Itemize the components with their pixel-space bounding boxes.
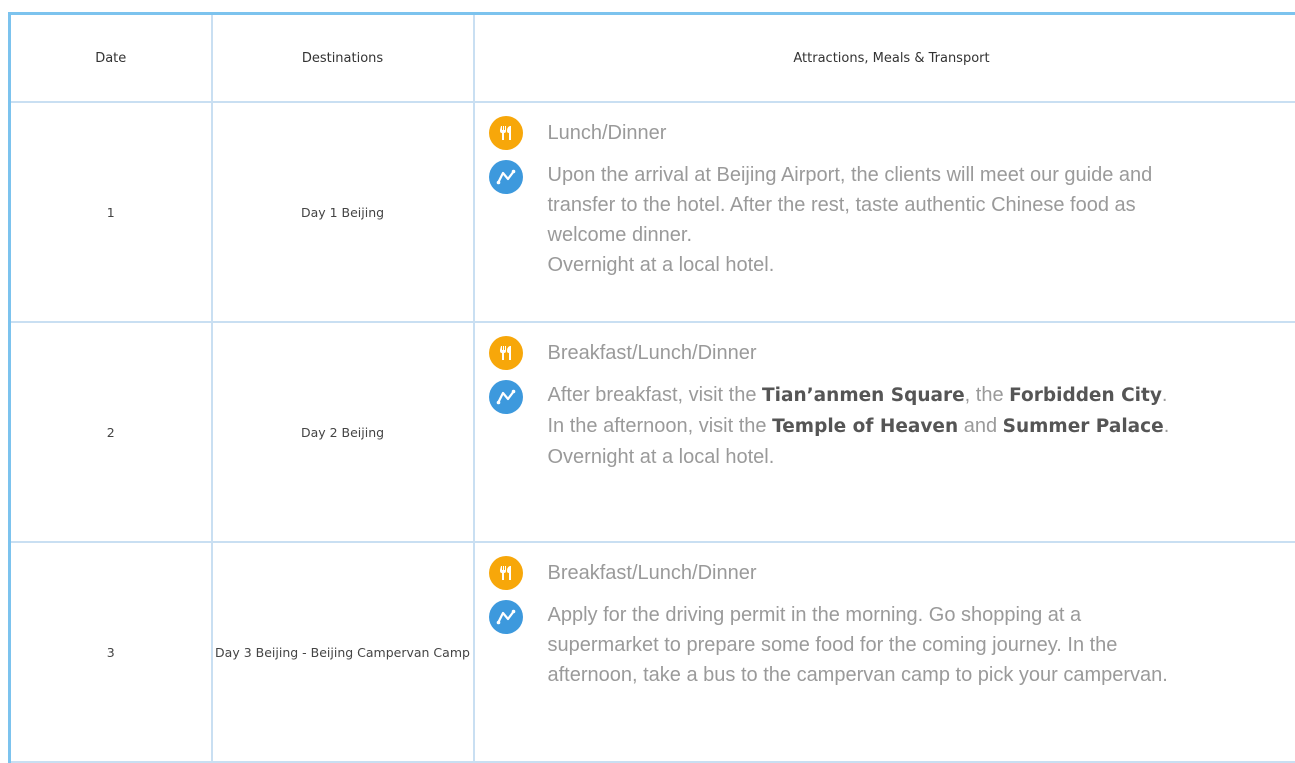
- day-number: 2: [10, 322, 212, 542]
- attraction-tiananmen: Tian’anmen Square: [762, 385, 965, 406]
- day-details: Breakfast/Lunch/Dinner After breakfast, …: [474, 322, 1295, 542]
- header-details: Attractions, Meals & Transport: [474, 14, 1295, 103]
- meals-text: Breakfast/Lunch/Dinner: [548, 338, 1188, 368]
- day-details: Lunch/Dinner Upon the arrival at Beijing…: [474, 102, 1295, 322]
- itinerary-table: Date Destinations Attractions, Meals & T…: [8, 12, 1295, 763]
- day-number: 1: [10, 102, 212, 322]
- attraction-summer-palace: Summer Palace: [1003, 416, 1164, 437]
- destination: Day 2 Beijing: [212, 322, 474, 542]
- attraction-forbidden-city: Forbidden City: [1009, 385, 1162, 406]
- header-date: Date: [10, 14, 212, 103]
- itinerary-line: Upon the arrival at Beijing Airport, the…: [489, 160, 1295, 280]
- itinerary-text-part: and: [958, 415, 1002, 437]
- meals-text: Lunch/Dinner: [548, 118, 1188, 148]
- table-row: 3 Day 3 Beijing - Beijing Campervan Camp…: [10, 542, 1295, 762]
- itinerary-table-wrapper: Date Destinations Attractions, Meals & T…: [8, 12, 1295, 763]
- meals-line: Breakfast/Lunch/Dinner: [489, 556, 1295, 590]
- itinerary-text: After breakfast, visit the Tian’anmen Sq…: [548, 380, 1188, 472]
- route-icon: [489, 380, 523, 414]
- fork-spoon-icon: [489, 116, 523, 150]
- table-row: 1 Day 1 Beijing Lunch/Dinner: [10, 102, 1295, 322]
- meals-text: Breakfast/Lunch/Dinner: [548, 558, 1188, 588]
- meals-line: Breakfast/Lunch/Dinner: [489, 336, 1295, 370]
- fork-spoon-icon: [489, 556, 523, 590]
- fork-spoon-icon: [489, 336, 523, 370]
- itinerary-body: Upon the arrival at Beijing Airport, the…: [548, 164, 1153, 246]
- overnight-text: Overnight at a local hotel.: [548, 254, 775, 276]
- header-destinations: Destinations: [212, 14, 474, 103]
- overnight-text: Overnight at a local hotel.: [548, 446, 775, 468]
- itinerary-body: Apply for the driving permit in the morn…: [548, 604, 1168, 686]
- itinerary-line: After breakfast, visit the Tian’anmen Sq…: [489, 380, 1295, 472]
- meals-line: Lunch/Dinner: [489, 116, 1295, 150]
- table-row: 2 Day 2 Beijing Breakfast/Lunch/Dinner: [10, 322, 1295, 542]
- day-details: Breakfast/Lunch/Dinner Apply for the dri…: [474, 542, 1295, 762]
- destination: Day 1 Beijing: [212, 102, 474, 322]
- table-header-row: Date Destinations Attractions, Meals & T…: [10, 14, 1295, 103]
- itinerary-text-part: After breakfast, visit the: [548, 384, 763, 406]
- itinerary-text: Upon the arrival at Beijing Airport, the…: [548, 160, 1188, 280]
- route-icon: [489, 160, 523, 194]
- itinerary-line: Apply for the driving permit in the morn…: [489, 600, 1295, 690]
- destination: Day 3 Beijing - Beijing Campervan Camp: [212, 542, 474, 762]
- itinerary-text-part: .: [1164, 415, 1170, 437]
- route-icon: [489, 600, 523, 634]
- attraction-temple-of-heaven: Temple of Heaven: [772, 416, 958, 437]
- day-number: 3: [10, 542, 212, 762]
- itinerary-text: Apply for the driving permit in the morn…: [548, 600, 1188, 690]
- itinerary-text-part: , the: [965, 384, 1009, 406]
